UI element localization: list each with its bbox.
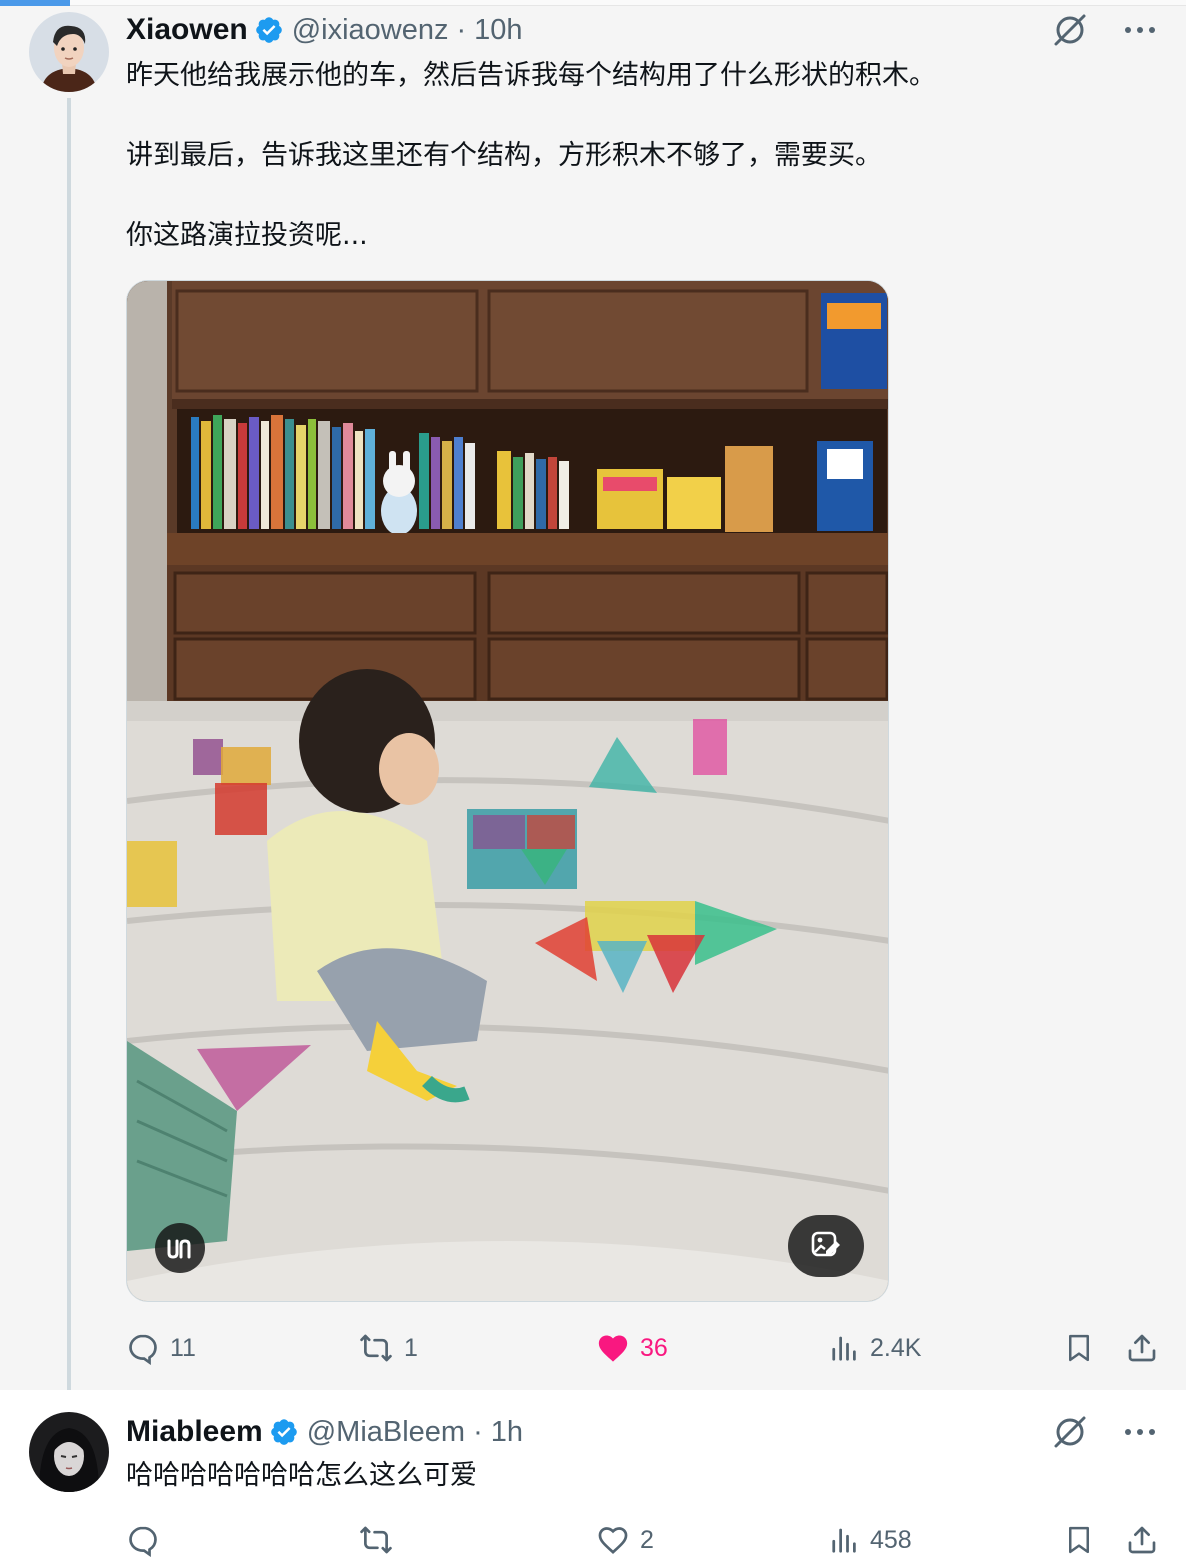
repost-icon [360,1526,392,1554]
avatar[interactable] [29,12,109,92]
avatar-illustration [29,12,109,92]
thread-connector-line [67,98,71,1410]
alt-text-icon [167,1239,191,1259]
like-count: 36 [640,1333,668,1362]
reply-button[interactable] [126,1518,170,1562]
tweet-top-actions [1050,1412,1160,1452]
more-options-icon[interactable] [1120,1412,1160,1452]
heart-filled-icon [598,1335,628,1362]
repost-button[interactable] [358,1518,404,1562]
timestamp[interactable]: 1h [491,1414,523,1450]
views-count: 2.4K [870,1333,922,1362]
repost-icon [360,1334,392,1362]
bookmark-icon [1069,1334,1089,1362]
separator-dot: · [473,1416,483,1448]
edit-image-icon [811,1231,840,1257]
author-handle[interactable]: @ixiaowenz [292,12,449,48]
share-icon [1128,1334,1156,1362]
reply-button[interactable]: 11 [126,1326,196,1370]
reply-text-line: 哈哈哈哈哈哈哈怎么这么可爱 [126,1460,477,1491]
edit-image-button[interactable] [788,1215,864,1277]
tweet-actions: 11 1 36 2.4K [126,1326,1166,1370]
tweet-text-line [126,176,1146,216]
timestamp[interactable]: 10h [474,12,522,48]
views-button[interactable]: 458 [830,1518,912,1562]
tweet-top-actions [1050,10,1160,50]
bookmark-button[interactable] [1064,1326,1094,1370]
views-chart-icon [832,1528,856,1553]
reply-count: 11 [170,1333,196,1362]
share-icon [1128,1526,1156,1554]
tweet-text-line: 你这路演拉投资呢... [126,220,368,251]
like-button[interactable]: 2 [596,1518,654,1562]
grok-icon[interactable] [1050,10,1090,50]
like-count: 2 [640,1525,654,1554]
heart-outline-icon [598,1527,628,1555]
tweet-reply[interactable]: Miableem @MiaBleem · 1h 哈哈哈哈哈哈哈怎么这么可爱 2 … [0,1390,1186,1564]
tweet-main[interactable]: Xiaowen @ixiaowenz · 10h 昨天他给我展示他的车，然后告诉… [0,6,1186,1410]
reply-icon [129,1526,157,1557]
author-name[interactable]: Miableem [126,1414,263,1450]
like-button[interactable]: 36 [596,1326,668,1370]
repost-button[interactable]: 1 [358,1326,418,1370]
views-button[interactable]: 2.4K [830,1326,921,1370]
share-button[interactable] [1126,1518,1158,1562]
avatar-illustration [29,1412,109,1492]
alt-text-button[interactable] [155,1223,205,1273]
photo-illustration [127,281,888,1301]
author-name[interactable]: Xiaowen [126,12,248,48]
verified-badge-icon [270,1419,297,1445]
separator-dot: · [456,14,467,46]
author-handle[interactable]: @MiaBleem [307,1414,465,1450]
views-chart-icon [832,1336,856,1361]
tweet-header: Xiaowen @ixiaowenz · 10h [126,12,523,48]
tweet-photo[interactable] [126,280,889,1302]
avatar[interactable] [29,1412,109,1492]
tweet-text: 昨天他给我展示他的车，然后告诉我每个结构用了什么形状的积木。 讲到最后，告诉我这… [126,56,1146,256]
reply-icon [129,1334,157,1365]
tweet-text-line: 讲到最后，告诉我这里还有个结构，方形积木不够了，需要买。 [126,140,882,171]
bookmark-icon [1069,1526,1089,1554]
views-count: 458 [870,1525,912,1554]
tweet-text-line: 昨天他给我展示他的车，然后告诉我每个结构用了什么形状的积木。 [126,60,936,91]
grok-icon[interactable] [1050,1412,1090,1452]
repost-count: 1 [404,1333,418,1362]
tweet-header: Miableem @MiaBleem · 1h [126,1414,523,1450]
tweet-text-line [126,96,1146,136]
more-options-icon[interactable] [1120,10,1160,50]
share-button[interactable] [1126,1326,1158,1370]
reply-actions: 2 458 [126,1518,1166,1562]
reply-text: 哈哈哈哈哈哈哈怎么这么可爱 [126,1456,1146,1496]
verified-badge-icon [255,17,282,43]
bookmark-button[interactable] [1064,1518,1094,1562]
